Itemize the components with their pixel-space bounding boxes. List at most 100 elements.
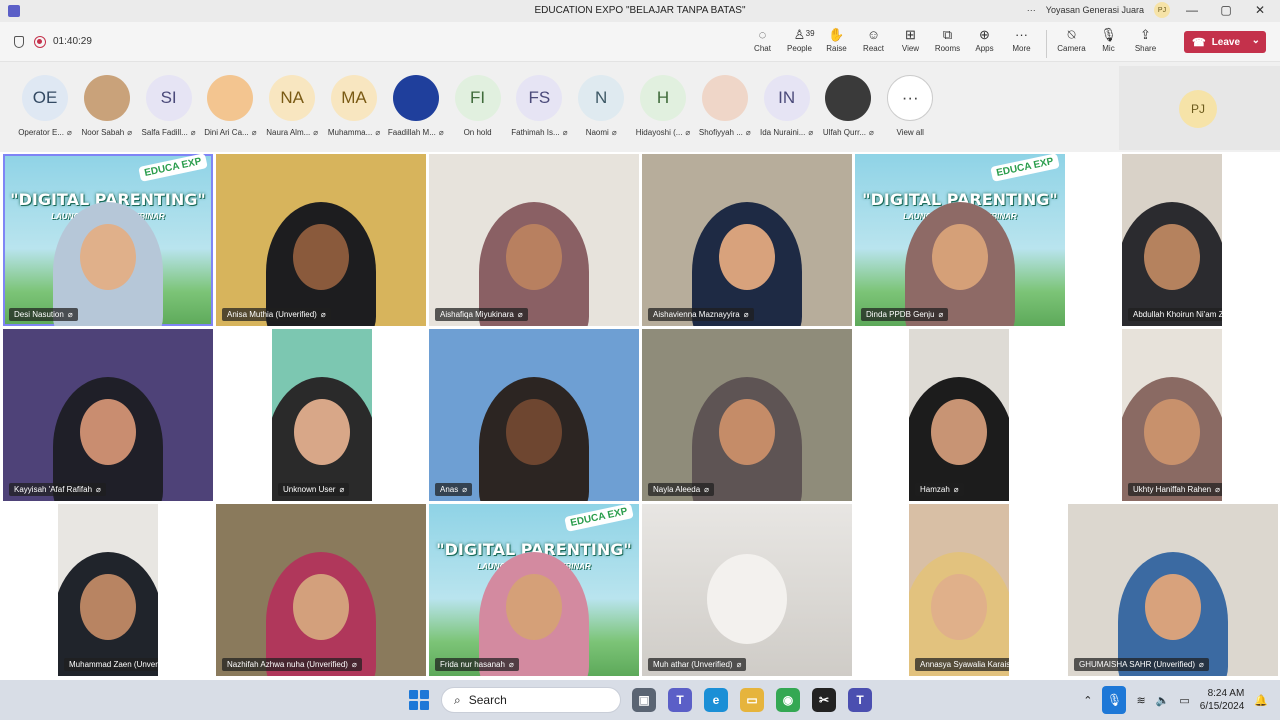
mic-muted-icon: ⌀	[517, 310, 523, 319]
participant-avatar-item[interactable]: IN Ida Nuraini... ⌀	[752, 75, 822, 137]
video-tile[interactable]: Annasya Syawalia Karaissamajiid⌀	[909, 504, 1009, 676]
video-tile[interactable]: Muh athar (Unverified) ⌀	[642, 504, 852, 676]
minimize-button[interactable]: —	[1180, 3, 1204, 17]
participant-avatar-item[interactable]: N Naomi ⌀	[566, 75, 636, 137]
chrome-icon[interactable]: ◉	[776, 688, 800, 712]
participant-name: Ukhty Haniffah Rahen	[1133, 485, 1212, 494]
apps-button[interactable]: ⊕ Apps	[966, 26, 1003, 58]
capcut-icon[interactable]: ✂	[812, 688, 836, 712]
participant-name: Abdullah Khoirun Ni'am Zamzami	[1133, 310, 1222, 319]
self-preview[interactable]: PJ	[1119, 66, 1280, 150]
edge-icon[interactable]: e	[704, 688, 728, 712]
video-tile[interactable]: Anas ⌀	[429, 329, 639, 501]
share-button[interactable]: ⇪ Share	[1127, 26, 1164, 58]
chevron-down-icon[interactable]: ⌄	[1252, 35, 1260, 46]
participant-name-label: GHUMAISHA SAHR (Unverified) ⌀	[1074, 658, 1209, 671]
participant-avatar-item[interactable]: Ulfah Qurr... ⌀	[813, 75, 883, 137]
rooms-button[interactable]: ⧉ Rooms	[929, 26, 966, 58]
video-tile[interactable]: "DIGITAL PARENTING"LAUNCHING SQUA WEBINA…	[855, 154, 1065, 326]
participant-name-label: Muh athar (Unverified) ⌀	[648, 658, 747, 671]
participant-name: Aishavienna Maznayyira	[653, 310, 740, 319]
participant-name: Ida Nuraini...	[760, 128, 806, 137]
video-tile[interactable]: Anisa Muthia (Unverified) ⌀	[216, 154, 426, 326]
video-tile[interactable]: Kayyisah 'Afaf Rafifah ⌀	[3, 329, 213, 501]
clock-date: 6/15/2024	[1199, 701, 1245, 712]
more-icon: ···	[1015, 27, 1028, 42]
participant-name-label: Dinda PPDB Genju ⌀	[861, 308, 949, 321]
video-tile[interactable]: Ukhty Haniffah Rahen ⌀	[1122, 329, 1222, 501]
participant-avatar-item[interactable]: SI Salfa Fadill... ⌀	[134, 75, 204, 137]
raise-button[interactable]: ✋ Raise	[818, 26, 855, 58]
view-button[interactable]: ⊞ View	[892, 26, 929, 58]
more-icon: ···	[887, 75, 934, 121]
react-button[interactable]: ☺ React	[855, 26, 892, 58]
video-tile[interactable]: GHUMAISHA SAHR (Unverified) ⌀	[1068, 504, 1278, 676]
video-tile[interactable]: Nazhifah Azhwa nuha (Unverified) ⌀	[216, 504, 426, 676]
mic-in-use-icon[interactable]: 🎙	[1102, 686, 1127, 714]
start-button[interactable]	[409, 690, 429, 710]
participant-name-row: Fathimah Is... ⌀	[511, 128, 567, 137]
people-button[interactable]: ♙ 39 People	[781, 26, 818, 58]
notification-bell-icon[interactable]: 🔔	[1254, 694, 1268, 707]
participant-avatar-item[interactable]: H Hidayoshi (... ⌀	[628, 75, 698, 137]
chat-button[interactable]: ◌ Chat	[744, 26, 781, 58]
more-options-icon[interactable]: ···	[1027, 5, 1036, 15]
camera-button[interactable]: ⍉ Camera	[1053, 26, 1090, 58]
video-tile[interactable]: Aishafiqa Miyukinara ⌀	[429, 154, 639, 326]
participant-avatar-item[interactable]: Shofiyyah ... ⌀	[690, 75, 760, 137]
video-tile[interactable]: Abdullah Khoirun Ni'am Zamzami⌀	[1122, 154, 1222, 326]
taskbar-search[interactable]: ⌕ Search	[441, 687, 621, 713]
avatar	[825, 75, 872, 121]
avatar: OE	[22, 75, 68, 121]
video-tile[interactable]: Hamzah ⌀	[909, 329, 1009, 501]
volume-icon[interactable]: 🔈	[1156, 694, 1170, 707]
tool-label: Apps	[975, 44, 994, 53]
file-explorer-icon[interactable]: ▭	[740, 688, 764, 712]
tool-label: People	[787, 44, 812, 53]
mic-muted-icon: ⌀	[339, 485, 345, 494]
leave-button[interactable]: ☎ Leave ⌄	[1184, 31, 1266, 53]
video-tile[interactable]: "DIGITAL PARENTING"LAUNCHING SQUA WEBINA…	[3, 154, 213, 326]
participant-avatar-item[interactable]: OE Operator E... ⌀	[10, 75, 80, 137]
participant-avatar-item[interactable]: FS Fathimah Is... ⌀	[504, 75, 574, 137]
participant-avatar-item[interactable]: Dini Ari Ca... ⌀	[195, 75, 265, 137]
event-logo: EDUCA EXP	[138, 154, 208, 182]
participant-name-label: Frida nur hasanah ⌀	[435, 658, 519, 671]
task-view-icon[interactable]: ▣	[632, 688, 656, 712]
video-tile[interactable]: "DIGITAL PARENTING"LAUNCHING SQUA WEBINA…	[429, 504, 639, 676]
windows-taskbar: ⌕ Search ▣ T e ▭ ◉ ✂ T ⌃ 🎙 ≋ 🔈 ▭ 8:24 AM…	[0, 680, 1280, 720]
participant-face	[80, 399, 136, 465]
chevron-up-icon[interactable]: ⌃	[1083, 694, 1092, 707]
taskbar-clock[interactable]: 8:24 AM 6/15/2024	[1200, 687, 1245, 713]
battery-icon[interactable]: ▭	[1179, 694, 1189, 707]
avatar: IN	[763, 75, 810, 121]
teams-chat-icon[interactable]: T	[668, 688, 692, 712]
participant-avatar-item[interactable]: Noor Sabah ⌀	[72, 75, 142, 137]
teams-icon[interactable]: T	[848, 688, 872, 712]
participant-avatar-item[interactable]: Faadillah M... ⌀	[381, 75, 451, 137]
share-icon: ⇪	[1140, 27, 1151, 42]
view-all-button[interactable]: ··· View all	[875, 75, 945, 137]
participant-avatar-item[interactable]: NA Naura Alm... ⌀	[257, 75, 327, 137]
more-button[interactable]: ··· More	[1003, 26, 1040, 58]
participant-name: GHUMAISHA SAHR (Unverified)	[1079, 660, 1196, 669]
participant-avatar-item[interactable]: FI On hold	[443, 75, 513, 137]
mic-button[interactable]: 🎙 Mic	[1090, 26, 1127, 58]
participant-avatar-item[interactable]: MA Muhamma... ⌀	[319, 75, 389, 137]
leave-label: Leave	[1211, 36, 1241, 48]
video-tile[interactable]: Unknown User ⌀	[272, 329, 372, 501]
mic-muted-icon: ⌀	[938, 310, 944, 319]
mic-muted-icon: ⌀	[611, 128, 617, 137]
wifi-icon[interactable]: ≋	[1136, 694, 1145, 707]
user-avatar[interactable]: PJ	[1154, 2, 1170, 18]
maximize-button[interactable]: ▢	[1214, 3, 1238, 17]
avatar: FI	[454, 75, 501, 121]
video-tile[interactable]: Aishavienna Maznayyira ⌀	[642, 154, 852, 326]
org-name[interactable]: Yoyasan Generasi Juara	[1046, 5, 1144, 15]
participant-strip: OE Operator E... ⌀ Noor Sabah ⌀ SI Salfa Fadil…	[0, 63, 1116, 151]
close-button[interactable]: ✕	[1248, 3, 1272, 17]
participant-name-label: Aishafiqa Miyukinara ⌀	[435, 308, 528, 321]
video-tile[interactable]: Nayla Aleeda ⌀	[642, 329, 852, 501]
participant-name-row: Muhamma... ⌀	[328, 128, 380, 137]
video-tile[interactable]: Muhammad Zaen (Unverified)⌀	[58, 504, 158, 676]
